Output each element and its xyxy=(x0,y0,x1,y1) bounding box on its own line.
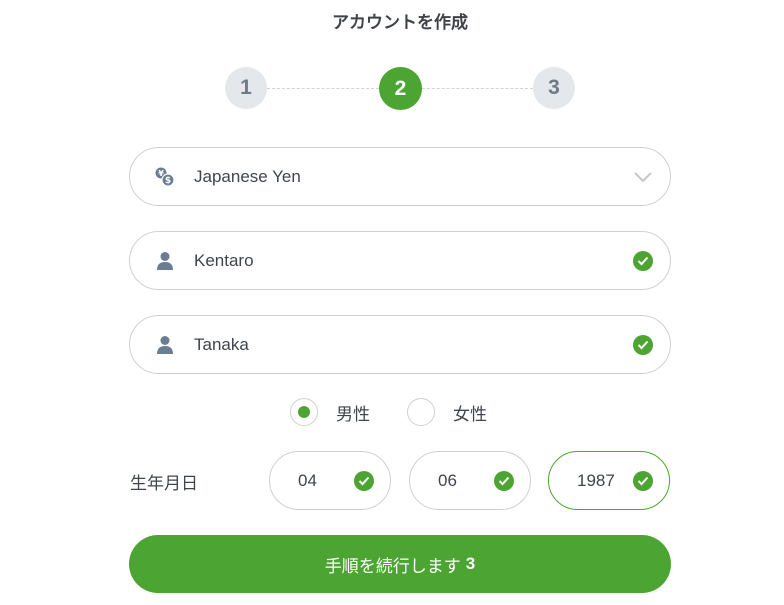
dob-month-select[interactable]: 04 xyxy=(269,451,391,510)
last-name-value: Tanaka xyxy=(194,334,249,354)
radio-button[interactable] xyxy=(290,398,318,426)
radio-button[interactable] xyxy=(407,398,435,426)
check-icon xyxy=(354,470,374,491)
gender-option-male[interactable]: 男性 xyxy=(290,398,370,426)
last-name-input[interactable]: Tanaka xyxy=(129,315,671,374)
step-connector xyxy=(422,88,533,89)
user-icon xyxy=(154,334,176,356)
user-icon xyxy=(154,250,176,272)
step-3[interactable]: 3 xyxy=(533,67,575,109)
dob-day-select[interactable]: 06 xyxy=(409,451,531,510)
radio-label: 男性 xyxy=(336,404,370,424)
radio-selected-dot xyxy=(298,406,310,418)
first-name-value: Kentaro xyxy=(194,250,254,270)
continue-button[interactable]: 手順を続行します 3 xyxy=(129,535,671,593)
currency-select[interactable]: ¥ $ Japanese Yen xyxy=(129,147,671,206)
continue-button-label: 手順を続行します xyxy=(324,556,461,576)
continue-button-step: 3 xyxy=(465,554,476,573)
currency-exchange-icon: ¥ $ xyxy=(154,166,176,188)
page-title: アカウントを作成 xyxy=(332,13,468,32)
check-icon xyxy=(632,334,654,356)
check-icon xyxy=(494,470,514,491)
step-1[interactable]: 1 xyxy=(225,67,267,109)
check-icon xyxy=(633,470,653,491)
dob-day-value: 06 xyxy=(438,470,457,490)
step-connector xyxy=(267,88,379,89)
radio-label: 女性 xyxy=(453,404,487,424)
first-name-input[interactable]: Kentaro xyxy=(129,231,671,290)
svg-text:$: $ xyxy=(165,176,171,186)
step-2[interactable]: 2 xyxy=(379,67,422,110)
dob-label: 生年月日 xyxy=(130,474,198,493)
stepper: 1 2 3 xyxy=(225,67,575,110)
dob-year-select[interactable]: 1987 xyxy=(548,451,670,510)
dob-month-value: 04 xyxy=(298,470,317,490)
gender-radio-group: 男性 女性 xyxy=(290,397,524,427)
check-icon xyxy=(632,250,654,272)
currency-value: Japanese Yen xyxy=(194,166,301,186)
chevron-down-icon[interactable] xyxy=(632,166,654,188)
dob-year-value: 1987 xyxy=(577,470,615,490)
gender-option-female[interactable]: 女性 xyxy=(407,398,487,426)
